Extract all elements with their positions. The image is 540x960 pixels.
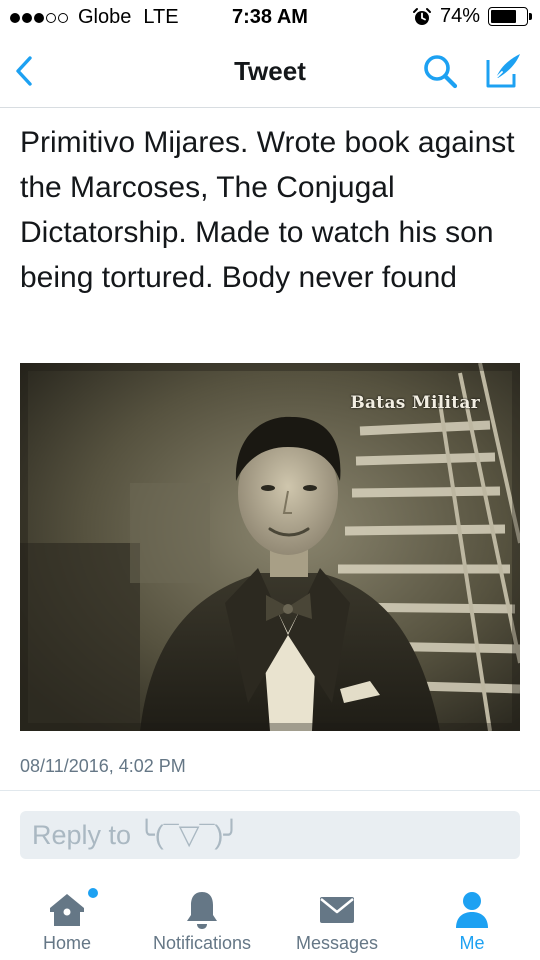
divider [0, 790, 540, 791]
envelope-icon [320, 897, 354, 923]
tab-me[interactable]: Me [407, 880, 537, 960]
reply-placeholder: Reply to ╰(¯▽¯)╯ [32, 819, 240, 850]
tab-label: Notifications [152, 933, 252, 953]
home-badge [88, 888, 98, 898]
person-icon [456, 892, 488, 928]
tab-bar: Home Notifications Messages Me [0, 880, 540, 960]
nav-bar: Tweet [0, 36, 540, 108]
search-icon [424, 55, 458, 89]
alarm-icon [412, 7, 431, 25]
tab-label: Me [459, 933, 485, 953]
bell-icon [187, 892, 217, 929]
tab-home[interactable]: Home [2, 880, 132, 960]
tab-notifications[interactable]: Notifications [137, 880, 267, 960]
status-bar: Globe LTE 7:38 AM 74% [0, 0, 540, 36]
battery-icon [488, 7, 532, 26]
battery-fill [491, 10, 517, 23]
photo-watermark: Batas Militar [350, 393, 480, 413]
search-button[interactable] [420, 52, 460, 92]
reply-input[interactable]: Reply to ╰(¯▽¯)╯ [20, 811, 520, 859]
tab-label: Messages [295, 933, 379, 953]
compose-icon [486, 54, 520, 88]
home-icon [50, 894, 84, 926]
tweet-timestamp: 08/11/2016, 4:02 PM [20, 756, 186, 776]
tab-messages[interactable]: Messages [272, 880, 402, 960]
tab-label: Home [42, 933, 91, 953]
vintage-portrait-image [20, 363, 520, 731]
battery-percent: 74% [439, 5, 480, 27]
status-right: 74% [412, 5, 532, 28]
tweet-photo[interactable]: Batas Militar [20, 363, 520, 731]
tweet-text: Primitivo Mijares. Wrote book against th… [20, 126, 515, 294]
compose-button[interactable] [482, 50, 524, 92]
